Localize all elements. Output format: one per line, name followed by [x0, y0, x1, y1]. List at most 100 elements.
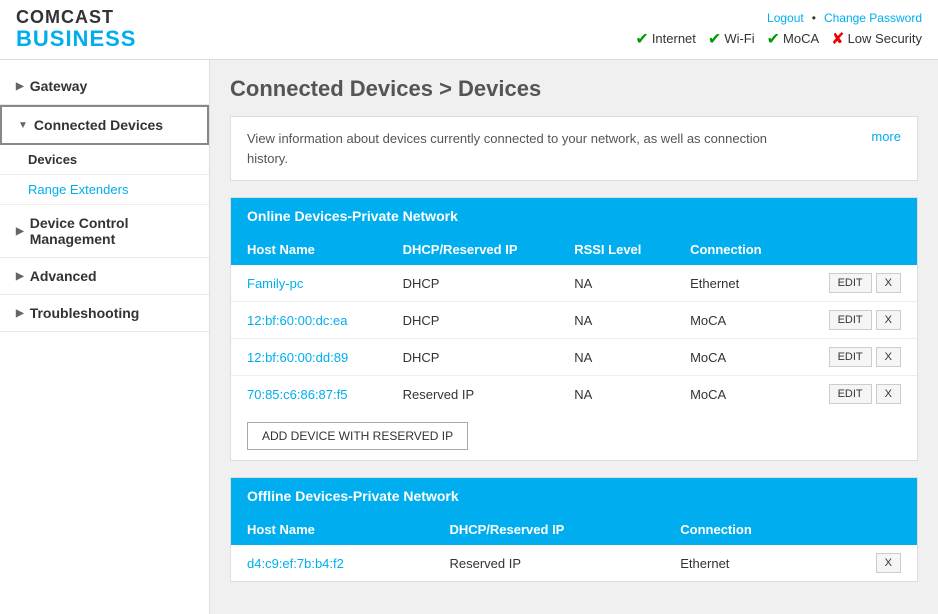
cell-ip: Reserved IP — [387, 376, 559, 413]
sidebar: ▶ Gateway ▼ Connected Devices Devices Ra… — [0, 60, 210, 614]
status-security-label: Low Security — [848, 31, 922, 46]
col-hostname: Host Name — [231, 234, 387, 265]
header: COMCAST BUSINESS Logout • Change Passwor… — [0, 0, 938, 60]
hostname-link[interactable]: d4:c9:ef:7b:b4:f2 — [247, 556, 344, 571]
hostname-link[interactable]: 12:bf:60:00:dd:89 — [247, 350, 348, 365]
info-box-text: View information about devices currently… — [247, 129, 803, 168]
sidebar-item-troubleshooting[interactable]: ▶ Troubleshooting — [0, 295, 209, 332]
main-content: Connected Devices > Devices View informa… — [210, 60, 938, 614]
offline-table-header: Offline Devices-Private Network — [231, 478, 917, 514]
cell-actions: EDIT X — [795, 302, 917, 339]
sidebar-item-troubleshooting-label: Troubleshooting — [30, 305, 140, 321]
cell-ip: DHCP — [387, 265, 559, 302]
cell-ip: DHCP — [387, 339, 559, 376]
edit-button[interactable]: EDIT — [829, 310, 872, 330]
cell-connection: MoCA — [674, 302, 795, 339]
status-wifi-label: Wi-Fi — [724, 31, 754, 46]
online-devices-table: Online Devices-Private Network Host Name… — [230, 197, 918, 461]
online-table: Host Name DHCP/Reserved IP RSSI Level Co… — [231, 234, 917, 412]
sidebar-item-connected-devices-label: Connected Devices — [34, 117, 163, 133]
cell-actions: EDIT X — [795, 339, 917, 376]
cell-rssi: NA — [558, 302, 674, 339]
cell-hostname: 12:bf:60:00:dd:89 — [231, 339, 387, 376]
online-table-title: Online Devices-Private Network — [247, 208, 458, 224]
cell-actions: X — [827, 545, 917, 581]
check-icon: ✔ — [767, 29, 780, 49]
table-row: 12:bf:60:00:dd:89 DHCP NA MoCA EDIT X — [231, 339, 917, 376]
col-actions-header — [795, 234, 917, 265]
cell-hostname: 12:bf:60:00:dc:ea — [231, 302, 387, 339]
status-wifi: ✔ Wi-Fi — [708, 29, 755, 49]
hostname-link[interactable]: 12:bf:60:00:dc:ea — [247, 313, 347, 328]
more-link[interactable]: more — [871, 129, 901, 144]
info-box: View information about devices currently… — [230, 116, 918, 181]
remove-button[interactable]: X — [876, 347, 901, 367]
logo: COMCAST BUSINESS — [16, 8, 136, 52]
sidebar-sub-item-range-extenders-label: Range Extenders — [28, 182, 128, 197]
cell-connection: MoCA — [674, 339, 795, 376]
status-internet-label: Internet — [652, 31, 696, 46]
offline-table: Host Name DHCP/Reserved IP Connection d4… — [231, 514, 917, 581]
col-hostname-off: Host Name — [231, 514, 433, 545]
logo-comcast: COMCAST — [16, 8, 136, 28]
remove-button[interactable]: X — [876, 553, 901, 573]
arrow-icon: ▼ — [18, 120, 28, 131]
sidebar-sub-item-devices-label: Devices — [28, 152, 77, 167]
col-connection-off: Connection — [664, 514, 827, 545]
edit-button[interactable]: EDIT — [829, 273, 872, 293]
arrow-icon: ▶ — [16, 81, 24, 92]
remove-button[interactable]: X — [876, 273, 901, 293]
change-password-link[interactable]: Change Password — [824, 11, 922, 25]
separator: • — [812, 11, 816, 25]
add-device-button[interactable]: ADD DEVICE WITH RESERVED IP — [247, 422, 468, 450]
sidebar-sub-item-range-extenders[interactable]: Range Extenders — [0, 175, 209, 205]
cell-actions: EDIT X — [795, 265, 917, 302]
cell-rssi: NA — [558, 339, 674, 376]
col-actions-off-header — [827, 514, 917, 545]
sidebar-item-advanced-label: Advanced — [30, 268, 97, 284]
table-row: d4:c9:ef:7b:b4:f2 Reserved IP Ethernet X — [231, 545, 917, 581]
check-icon: ✔ — [635, 29, 648, 49]
header-links: Logout • Change Password — [767, 11, 922, 25]
sidebar-item-gateway[interactable]: ▶ Gateway — [0, 68, 209, 105]
offline-devices-table: Offline Devices-Private Network Host Nam… — [230, 477, 918, 582]
offline-table-title: Offline Devices-Private Network — [247, 488, 459, 504]
col-rssi: RSSI Level — [558, 234, 674, 265]
cell-connection: Ethernet — [674, 265, 795, 302]
status-moca: ✔ MoCA — [767, 29, 820, 49]
arrow-icon: ▶ — [16, 271, 24, 282]
cell-ip: DHCP — [387, 302, 559, 339]
header-status: ✔ Internet ✔ Wi-Fi ✔ MoCA ✘ Low Security — [635, 29, 922, 49]
edit-button[interactable]: EDIT — [829, 347, 872, 367]
x-icon: ✘ — [831, 29, 844, 49]
header-right: Logout • Change Password ✔ Internet ✔ Wi… — [635, 11, 922, 49]
check-icon: ✔ — [708, 29, 721, 49]
sidebar-item-device-control[interactable]: ▶ Device Control Management — [0, 205, 209, 258]
hostname-link[interactable]: 70:85:c6:86:87:f5 — [247, 387, 347, 402]
cell-rssi: NA — [558, 376, 674, 413]
add-device-container: ADD DEVICE WITH RESERVED IP — [231, 412, 917, 460]
cell-connection: Ethernet — [664, 545, 827, 581]
cell-ip: Reserved IP — [433, 545, 664, 581]
sidebar-item-device-control-label: Device Control Management — [30, 215, 193, 247]
hostname-link[interactable]: Family-pc — [247, 276, 303, 291]
sidebar-item-connected-devices[interactable]: ▼ Connected Devices — [0, 105, 209, 145]
col-connection: Connection — [674, 234, 795, 265]
layout: ▶ Gateway ▼ Connected Devices Devices Ra… — [0, 60, 938, 614]
sidebar-sub-item-devices[interactable]: Devices — [0, 145, 209, 175]
online-table-header: Online Devices-Private Network — [231, 198, 917, 234]
sidebar-item-advanced[interactable]: ▶ Advanced — [0, 258, 209, 295]
col-ip: DHCP/Reserved IP — [387, 234, 559, 265]
cell-hostname: 70:85:c6:86:87:f5 — [231, 376, 387, 413]
remove-button[interactable]: X — [876, 310, 901, 330]
logout-link[interactable]: Logout — [767, 11, 804, 25]
sidebar-item-gateway-label: Gateway — [30, 78, 88, 94]
arrow-icon: ▶ — [16, 226, 24, 237]
table-row: 70:85:c6:86:87:f5 Reserved IP NA MoCA ED… — [231, 376, 917, 413]
cell-hostname: Family-pc — [231, 265, 387, 302]
edit-button[interactable]: EDIT — [829, 384, 872, 404]
remove-button[interactable]: X — [876, 384, 901, 404]
table-row: 12:bf:60:00:dc:ea DHCP NA MoCA EDIT X — [231, 302, 917, 339]
page-title: Connected Devices > Devices — [230, 76, 918, 102]
col-ip-off: DHCP/Reserved IP — [433, 514, 664, 545]
